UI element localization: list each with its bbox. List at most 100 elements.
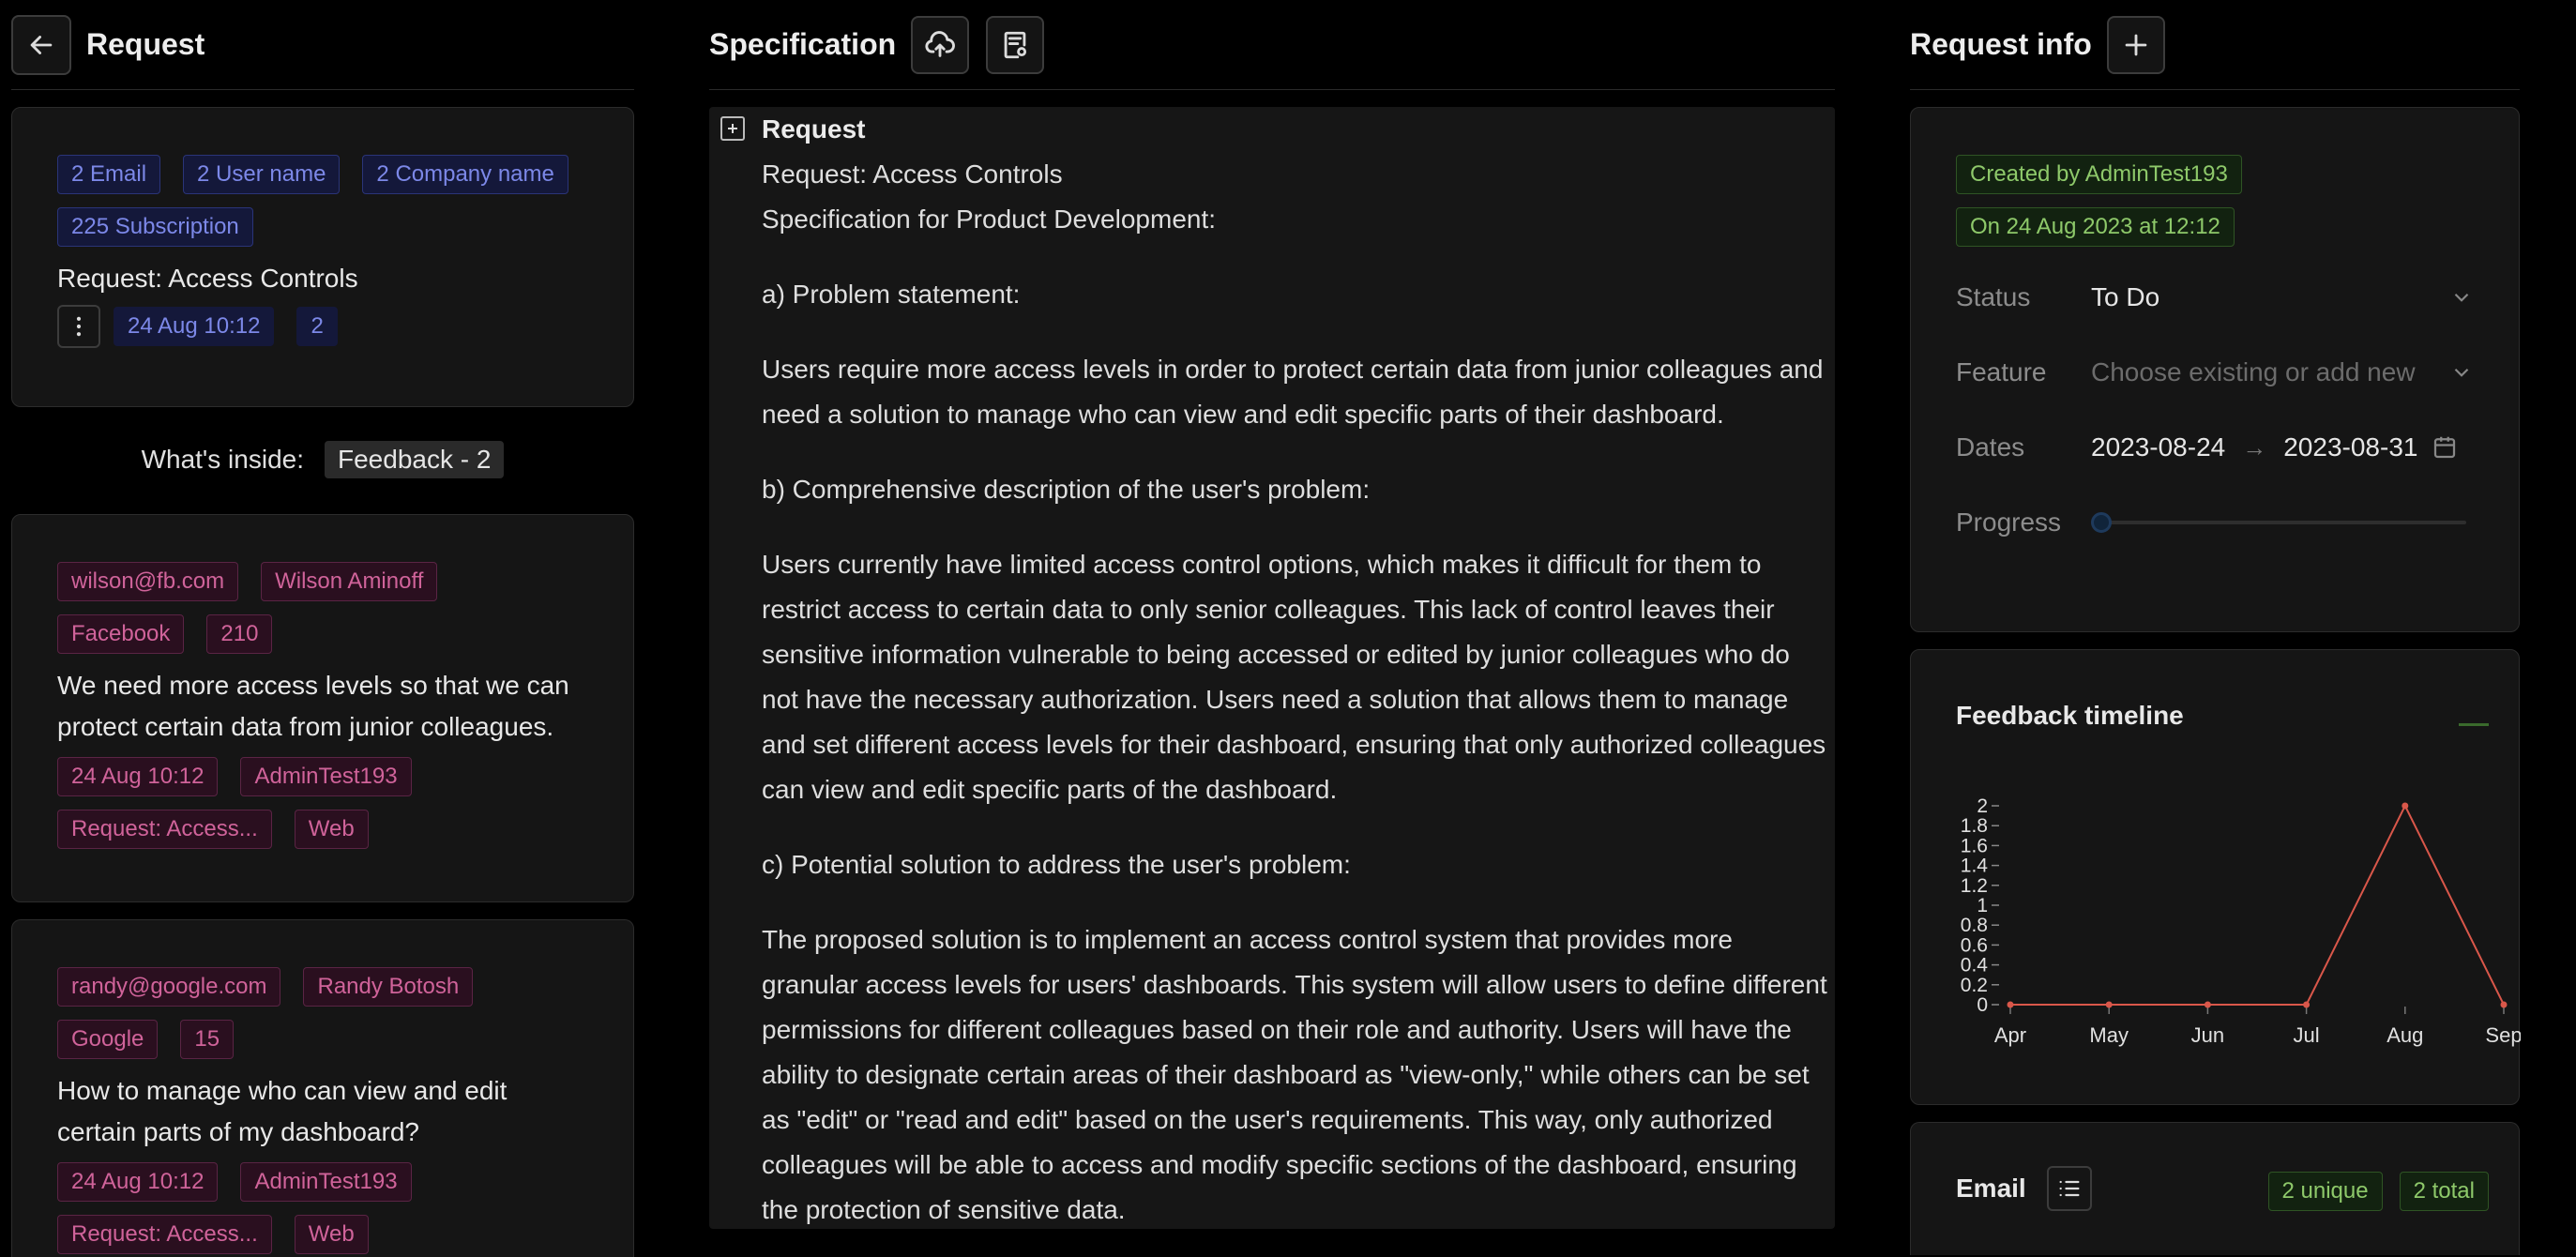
spec-paragraph: Users currently have limited access cont… — [762, 550, 1826, 804]
info-header: Request info — [1910, 0, 2520, 90]
feedback-email[interactable]: randy@google.com — [57, 967, 281, 1007]
status-row: Status To Do — [1956, 260, 2474, 335]
plus-square-icon — [728, 124, 737, 133]
x-tick-label: Aug — [2387, 1023, 2423, 1047]
request-count: 2 — [296, 307, 338, 346]
created-by-badge: Created by AdminTest193 — [1956, 155, 2242, 194]
feedback-company[interactable]: Facebook — [57, 614, 185, 654]
y-tick-label: 0.6 — [1961, 934, 1988, 956]
info-card: Created by AdminTest193 On 24 Aug 2023 a… — [1910, 107, 2520, 632]
email-unique-badge: 2 unique — [2267, 1172, 2383, 1211]
timeline-card: Feedback timeline 0 0.2 0.4 0.6 0.8 1 1.2 1.4 1.… — [1910, 649, 2521, 1105]
y-tick-label: 1.4 — [1961, 856, 1989, 877]
back-button[interactable] — [11, 14, 71, 75]
request-card[interactable]: 2 Email 2 User name 2 Company name 225 S… — [11, 107, 634, 407]
feedback-tags: wilson@fb.com Wilson Aminoff Facebook 21… — [57, 562, 583, 654]
series-line — [2010, 803, 2505, 1006]
left-panel: Request 2 Email 2 User name 2 Company na… — [11, 0, 634, 1257]
data-point — [2402, 802, 2409, 810]
y-tick-label: 0.4 — [1961, 955, 1989, 977]
whats-inside: What's inside: Feedback - 2 — [11, 441, 634, 478]
y-tick-label: 0.8 — [1961, 915, 1988, 936]
arrow-left-icon — [30, 35, 53, 54]
progress-slider[interactable] — [2091, 508, 2474, 537]
feedback-subscription[interactable]: 15 — [180, 1020, 235, 1059]
upload-cloud-button[interactable] — [911, 15, 970, 74]
tag-subscription[interactable]: 225 Subscription — [57, 207, 253, 247]
date-range-picker[interactable]: 2023-08-24 → 2023-08-31 — [2091, 432, 2474, 462]
progress-label: Progress — [1956, 507, 2062, 537]
feature-select[interactable]: Choose existing or add new — [2091, 357, 2474, 387]
spec-title: Specification — [709, 27, 897, 61]
data-point — [2500, 1001, 2508, 1008]
status-select[interactable]: To Do — [2091, 282, 2474, 312]
feedback-company[interactable]: Google — [57, 1020, 159, 1059]
kebab-icon — [76, 316, 82, 337]
list-view-button[interactable] — [2046, 1166, 2092, 1211]
dates-label: Dates — [1956, 432, 2025, 462]
add-button[interactable] — [2106, 15, 2165, 74]
feedback-request[interactable]: Request: Access... — [57, 1215, 272, 1254]
feedback-tags: randy@google.com Randy Botosh Google 15 — [57, 967, 583, 1059]
feedback-request[interactable]: Request: Access... — [57, 810, 272, 849]
feedback-subscription[interactable]: 210 — [206, 614, 273, 654]
feedback-name[interactable]: Wilson Aminoff — [261, 562, 438, 601]
document-settings-button[interactable] — [986, 15, 1045, 74]
feedback-source: Web — [294, 1215, 369, 1254]
y-tick-label: 1.2 — [1961, 875, 1988, 897]
data-point — [2204, 1001, 2211, 1008]
feature-row: Feature Choose existing or add new — [1956, 335, 2474, 410]
request-info-panel: Request info Created by AdminTest193 On … — [1910, 0, 2521, 1255]
spec-paragraph: Users require more access levels in orde… — [762, 355, 1824, 429]
status-label: Status — [1956, 282, 2031, 311]
spec-paragraph: The proposed solution is to implement an… — [762, 925, 1827, 1224]
progress-track — [2091, 521, 2466, 524]
whats-inside-value[interactable]: Feedback - 2 — [325, 441, 505, 478]
spec-content: Request Request: Access Controls Specifi… — [762, 107, 1831, 1229]
progress-row: Progress — [1956, 485, 2474, 560]
spec-editor[interactable]: Request Request: Access Controls Specifi… — [709, 107, 1835, 1229]
status-value: To Do — [2091, 282, 2160, 311]
email-title: Email — [1956, 1174, 2026, 1203]
feedback-author[interactable]: AdminTest193 — [240, 757, 412, 796]
x-tick-label: Jul — [2294, 1023, 2320, 1047]
feedback-source: Web — [294, 810, 369, 849]
left-header: Request — [11, 0, 634, 90]
tag-email[interactable]: 2 Email — [57, 155, 161, 194]
y-tick-label: 0 — [1977, 994, 1988, 1016]
plus-icon — [2125, 34, 2147, 55]
calendar-icon — [2434, 436, 2456, 459]
feedback-name[interactable]: Randy Botosh — [303, 967, 474, 1007]
expand-button[interactable] — [720, 116, 745, 141]
feedback-text: We need more access levels so that we ca… — [57, 671, 569, 741]
y-tick-label: 0.2 — [1961, 975, 1988, 996]
feedback-email[interactable]: wilson@fb.com — [57, 562, 239, 601]
chevron-down-icon — [2454, 368, 2469, 377]
tag-company-name[interactable]: 2 Company name — [362, 155, 568, 194]
feedback-author[interactable]: AdminTest193 — [240, 1162, 412, 1202]
email-card: Email 2 unique 2 total — [1910, 1122, 2520, 1255]
timeline-chart: 00.20.40.60.811.21.41.61.82 Apr May Jun Jul A… — [1961, 795, 2521, 1047]
x-tick-label: Jun — [2191, 1023, 2224, 1047]
email-total-badge: 2 total — [2399, 1172, 2489, 1211]
feedback-card[interactable]: wilson@fb.com Wilson Aminoff Facebook 21… — [11, 514, 634, 902]
info-title: Request info — [1910, 27, 2092, 61]
more-options-button[interactable] — [57, 305, 100, 348]
spec-section-title: Request — [762, 114, 866, 144]
request-title: Request: Access Controls — [57, 264, 358, 293]
data-point — [2105, 1001, 2113, 1008]
data-point — [2007, 1001, 2014, 1008]
y-tick-label: 1 — [1977, 895, 1988, 916]
feedback-date: 24 Aug 10:12 — [57, 757, 219, 796]
whats-inside-label: What's inside: — [141, 445, 304, 474]
spec-line: Request: Access Controls — [762, 159, 1063, 189]
tag-user-name[interactable]: 2 User name — [183, 155, 341, 194]
cloud-upload-icon — [925, 30, 956, 57]
chevron-down-icon — [2454, 293, 2469, 302]
feedback-card[interactable]: randy@google.com Randy Botosh Google 15 … — [11, 919, 634, 1257]
request-tags: 2 Email 2 User name 2 Company name 225 S… — [57, 155, 583, 247]
spec-heading: a) Problem statement: — [762, 280, 1021, 309]
request-date: 24 Aug 10:12 — [114, 307, 275, 346]
progress-handle[interactable] — [2091, 512, 2112, 533]
spec-heading: c) Potential solution to address the use… — [762, 850, 1351, 879]
